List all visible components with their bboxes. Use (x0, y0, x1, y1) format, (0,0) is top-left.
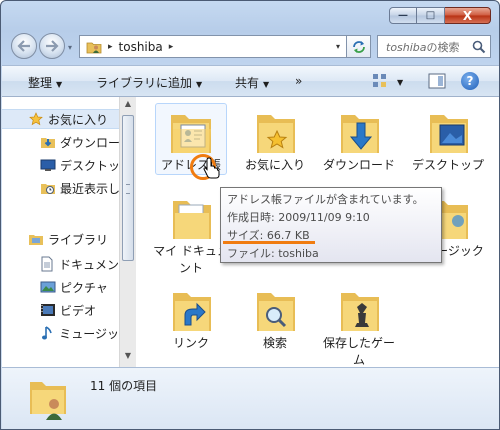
links-folder-icon (163, 287, 219, 335)
sidebar-item-documents[interactable]: ドキュメン (2, 254, 119, 274)
breadcrumb-item-toshiba[interactable]: toshiba (119, 40, 163, 54)
file-item-saved-games[interactable]: 保存したゲーム (319, 287, 399, 369)
size-underline-annotation (223, 241, 315, 244)
sidebar-item-label: 最近表示し (60, 181, 119, 196)
maximize-button[interactable]: □ (417, 7, 445, 24)
downloads-folder-icon (331, 109, 387, 157)
file-item-downloads[interactable]: ダウンロード (319, 109, 399, 174)
file-label: マイ ドキュメント (153, 244, 229, 275)
details-pane: 11 個の項目 (2, 367, 499, 429)
navigation-scrollbar[interactable]: ▲ ▼ (119, 97, 136, 367)
file-item-my-documents[interactable]: マイ ドキュメント (151, 195, 231, 277)
file-label: 検索 (262, 336, 287, 350)
sidebar-item-downloads[interactable]: ダウンロー (2, 132, 119, 152)
command-bar: 整理 ▼ ライブラリに追加 ▼ 共有 ▼ » ▼ ? (2, 65, 499, 97)
sidebar-item-label: ダウンロー (60, 135, 119, 150)
sidebar-item-label: ビデオ (60, 303, 97, 318)
sidebar-item-desktop[interactable]: デスクトッ (2, 155, 119, 175)
search-icon[interactable] (472, 40, 486, 54)
pictures-icon (40, 279, 56, 295)
saved-games-folder-icon (331, 287, 387, 335)
item-count: 11 個の項目 (90, 379, 158, 393)
minimize-button[interactable]: — (389, 7, 417, 24)
download-folder-icon (40, 134, 56, 150)
preview-pane-button[interactable] (428, 73, 446, 92)
navigation-pane: お気に入り ダウンロー デスクトッ 最近表示し ライブラリ ドキュメン ピクチャ… (2, 97, 119, 367)
view-icon (373, 74, 386, 87)
folder-tooltip: アドレス帳ファイルが含まれています。 作成日時: 2009/11/09 9:10… (220, 187, 442, 263)
organize-menu[interactable]: 整理 ▼ (28, 74, 62, 91)
recent-places-icon (40, 180, 56, 196)
tooltip-description: アドレス帳ファイルが含まれています。 (227, 193, 424, 206)
user-folder-icon (86, 42, 102, 53)
sidebar-item-pictures[interactable]: ピクチャ (2, 277, 119, 297)
sidebar-item-label: ピクチャ (60, 280, 108, 295)
user-folder-large-icon (30, 382, 66, 420)
sidebar-item-recent[interactable]: 最近表示し (2, 178, 119, 198)
address-bar[interactable]: ▸ toshiba ▸ ▾ (79, 35, 347, 58)
explorer-window: — □ X ▾ ▸ toshiba ▸ ▾ toshibaの検索 整理 ▼ ライ… (0, 0, 500, 430)
sidebar-item-videos[interactable]: ビデオ (2, 300, 119, 320)
music-icon (40, 325, 55, 341)
file-item-searches[interactable]: 検索 (235, 287, 315, 352)
tooltip-created: 作成日時: 2009/11/09 9:10 (227, 211, 370, 224)
refresh-button[interactable] (347, 35, 371, 58)
searches-folder-icon (247, 287, 303, 335)
sidebar-item-label: デスクトッ (60, 158, 119, 173)
breadcrumb-separator[interactable]: ▸ (108, 42, 113, 52)
scroll-down-button[interactable]: ▼ (122, 351, 134, 365)
my-documents-folder-icon (163, 195, 219, 243)
contacts-folder-icon (163, 109, 219, 157)
file-item-desktop[interactable]: デスクトップ (403, 109, 493, 174)
file-item-links[interactable]: リンク (151, 287, 231, 352)
documents-icon (40, 256, 55, 272)
file-label: デスクトップ (411, 158, 484, 172)
sidebar-item-label: ミュージッ (59, 326, 119, 341)
refresh-icon (352, 40, 365, 53)
help-icon[interactable]: ? (461, 72, 479, 90)
sidebar-item-label: お気に入り (48, 112, 109, 127)
scroll-grip-icon (126, 184, 130, 194)
preview-pane-icon (428, 73, 446, 89)
view-dropdown[interactable]: ▼ (397, 78, 403, 87)
file-label: 保存したゲーム (322, 336, 395, 367)
back-button[interactable] (11, 33, 37, 59)
window-controls: — □ X (389, 7, 491, 24)
close-button[interactable]: X (445, 7, 491, 24)
sidebar-item-label: ドキュメン (58, 257, 119, 272)
sidebar-item-libraries[interactable]: ライブラリ (2, 229, 119, 249)
tooltip-files: ファイル: toshiba (227, 247, 319, 260)
change-view-button[interactable] (372, 73, 388, 92)
share-menu[interactable]: 共有 ▼ (235, 74, 269, 91)
back-arrow-icon (17, 40, 30, 52)
breadcrumb: ▸ toshiba ▸ (86, 39, 179, 55)
address-dropdown[interactable]: ▾ (336, 42, 340, 51)
library-icon (28, 231, 44, 247)
more-commands-button[interactable]: » (295, 74, 302, 88)
forward-button[interactable] (39, 33, 65, 59)
file-label: ダウンロード (322, 158, 395, 172)
add-to-library-menu[interactable]: ライブラリに追加 ▼ (96, 74, 202, 91)
breadcrumb-separator[interactable]: ▸ (169, 42, 174, 52)
recent-pages-dropdown[interactable]: ▾ (68, 43, 72, 52)
sidebar-item-label: ライブラリ (48, 232, 109, 247)
videos-icon (40, 302, 56, 318)
file-label: リンク (172, 336, 209, 350)
hand-cursor-icon (203, 157, 220, 179)
scroll-thumb[interactable] (122, 115, 134, 261)
scroll-up-button[interactable]: ▲ (122, 99, 134, 113)
star-icon (28, 111, 44, 127)
desktop-folder-icon (420, 109, 476, 157)
search-box[interactable]: toshibaの検索 (377, 35, 491, 58)
sidebar-item-favorites[interactable]: お気に入り (2, 109, 119, 129)
favorites-folder-icon (247, 109, 303, 157)
file-item-favorites[interactable]: お気に入り (235, 109, 315, 174)
desktop-icon (40, 157, 56, 173)
sidebar-item-music[interactable]: ミュージッ (2, 323, 119, 343)
search-placeholder: toshibaの検索 (386, 40, 460, 54)
forward-arrow-icon (46, 40, 59, 52)
file-label: お気に入り (244, 158, 305, 172)
